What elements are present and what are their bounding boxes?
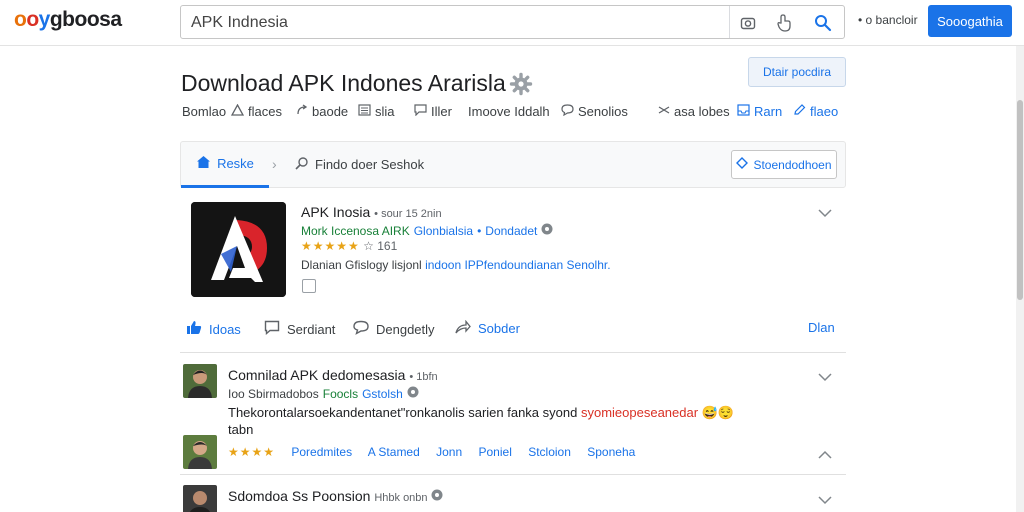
top-bar: ooygboosa • o bancloir Sooogathia — [0, 0, 1024, 46]
thumbs-up-icon — [186, 320, 202, 338]
tool-item[interactable]: Senolios — [561, 104, 628, 119]
divider — [180, 352, 846, 353]
scrollbar-thumb[interactable] — [1017, 100, 1023, 300]
arrow-icon — [296, 104, 308, 119]
page-title: Download APK Indones Ararisla — [181, 70, 506, 96]
sign-in-button[interactable]: Sooogathia — [928, 5, 1012, 37]
search-divider — [729, 6, 730, 38]
search-input[interactable] — [191, 12, 721, 34]
post-title[interactable]: Comnilad APK dedomesasia • 1bfn — [228, 367, 438, 383]
info-icon[interactable] — [407, 386, 419, 401]
gear-icon[interactable] — [509, 72, 533, 101]
post-tags-row: ★★★★ Poredmites A Stamed Jonn Poniel Stc… — [228, 445, 636, 459]
tool-item[interactable]: asa lobes — [658, 104, 730, 119]
share-arrow-icon — [455, 319, 471, 337]
forward-button[interactable]: Sobder — [455, 319, 520, 337]
list-icon — [358, 104, 371, 119]
divider — [180, 474, 846, 475]
comment-icon — [264, 320, 280, 338]
chevron-down-icon[interactable] — [818, 492, 832, 508]
tool-item[interactable]: flaces — [230, 103, 282, 119]
app-description: Dlanian Gfislogy lisjonl indoon IPPfendo… — [301, 258, 611, 272]
tool-item[interactable]: Bomlao — [182, 104, 226, 119]
chevron-down-icon[interactable] — [818, 369, 832, 385]
post-subtitle: Ioo Sbirmadobos Foocls Gstolsh — [228, 386, 419, 401]
like-button[interactable]: Idoas — [186, 320, 241, 338]
avatar[interactable] — [183, 364, 217, 398]
tool-item[interactable]: slia — [358, 104, 395, 119]
tool-item[interactable]: flaeo — [793, 104, 838, 119]
dislike-button[interactable]: Dengdetly — [353, 320, 435, 338]
chevron-up-icon[interactable] — [818, 446, 832, 462]
app-icon[interactable] — [191, 202, 286, 297]
search-icon — [295, 156, 309, 173]
breadcrumb[interactable]: Findo doer Seshok — [295, 156, 424, 173]
recycle-icon — [230, 103, 245, 119]
more-button[interactable]: Dlan — [808, 320, 835, 335]
search-box — [180, 5, 845, 39]
comment-button[interactable]: Serdiant — [264, 320, 335, 338]
rating-stars: ★★★★★ — [301, 239, 360, 253]
site-logo[interactable]: ooygboosa — [14, 8, 122, 32]
tool-row: Bomlao flaces baode slia Iller Imoove Id… — [182, 103, 846, 124]
home-icon — [196, 155, 211, 172]
inbox-icon — [737, 104, 750, 119]
app-title[interactable]: APK Inosia • sour 15 2nin — [301, 204, 442, 220]
flag-icon[interactable] — [302, 279, 316, 293]
post-body: Thekorontalarsoekandentanet"ronkanolis s… — [228, 405, 735, 420]
app-rating: ★★★★★ ☆ 161 — [301, 239, 398, 253]
chevron-down-icon[interactable] — [818, 205, 832, 221]
voice-icon[interactable] — [774, 13, 794, 33]
chat-bubble-icon — [353, 320, 369, 338]
pencil-icon — [793, 104, 806, 119]
search-icon[interactable] — [813, 13, 833, 33]
comment-icon — [414, 104, 427, 119]
tool-item[interactable]: Rarn — [737, 104, 782, 119]
camera-icon[interactable] — [738, 13, 758, 33]
info-icon[interactable] — [541, 223, 553, 238]
tab-home[interactable]: Reske — [181, 142, 269, 188]
tool-item[interactable]: Iller — [414, 104, 452, 119]
app-developer-row: Mork Iccenosa AIRK Glonbialsia • Dondade… — [301, 223, 553, 238]
post-body-continued: tabn — [228, 422, 254, 437]
chevron-right-icon: › — [272, 156, 277, 172]
tab-panel: Reske › Findo doer Seshok Stoendodhoen — [180, 141, 846, 188]
app-action-row: Idoas Serdiant Dengdetly Sobder Dlan — [186, 319, 846, 342]
chat-icon — [561, 104, 574, 119]
diamond-icon — [736, 157, 749, 172]
tool-item[interactable]: Imoove Iddalh — [468, 104, 550, 119]
account-text[interactable]: • o bancloir — [858, 13, 918, 27]
tab-action-button[interactable]: Stoendodhoen — [731, 150, 837, 179]
info-icon[interactable] — [431, 488, 443, 504]
rating-stars: ★★★★ — [228, 445, 276, 459]
tool-item[interactable]: baode — [296, 104, 348, 119]
edit-page-button[interactable]: Dtair pocdira — [748, 57, 846, 87]
avatar[interactable] — [183, 485, 217, 512]
avatar[interactable] — [183, 435, 217, 469]
post-title[interactable]: Sdomdoa Ss Poonsion Hhbk onbn — [228, 488, 443, 504]
shuffle-icon — [658, 104, 670, 119]
